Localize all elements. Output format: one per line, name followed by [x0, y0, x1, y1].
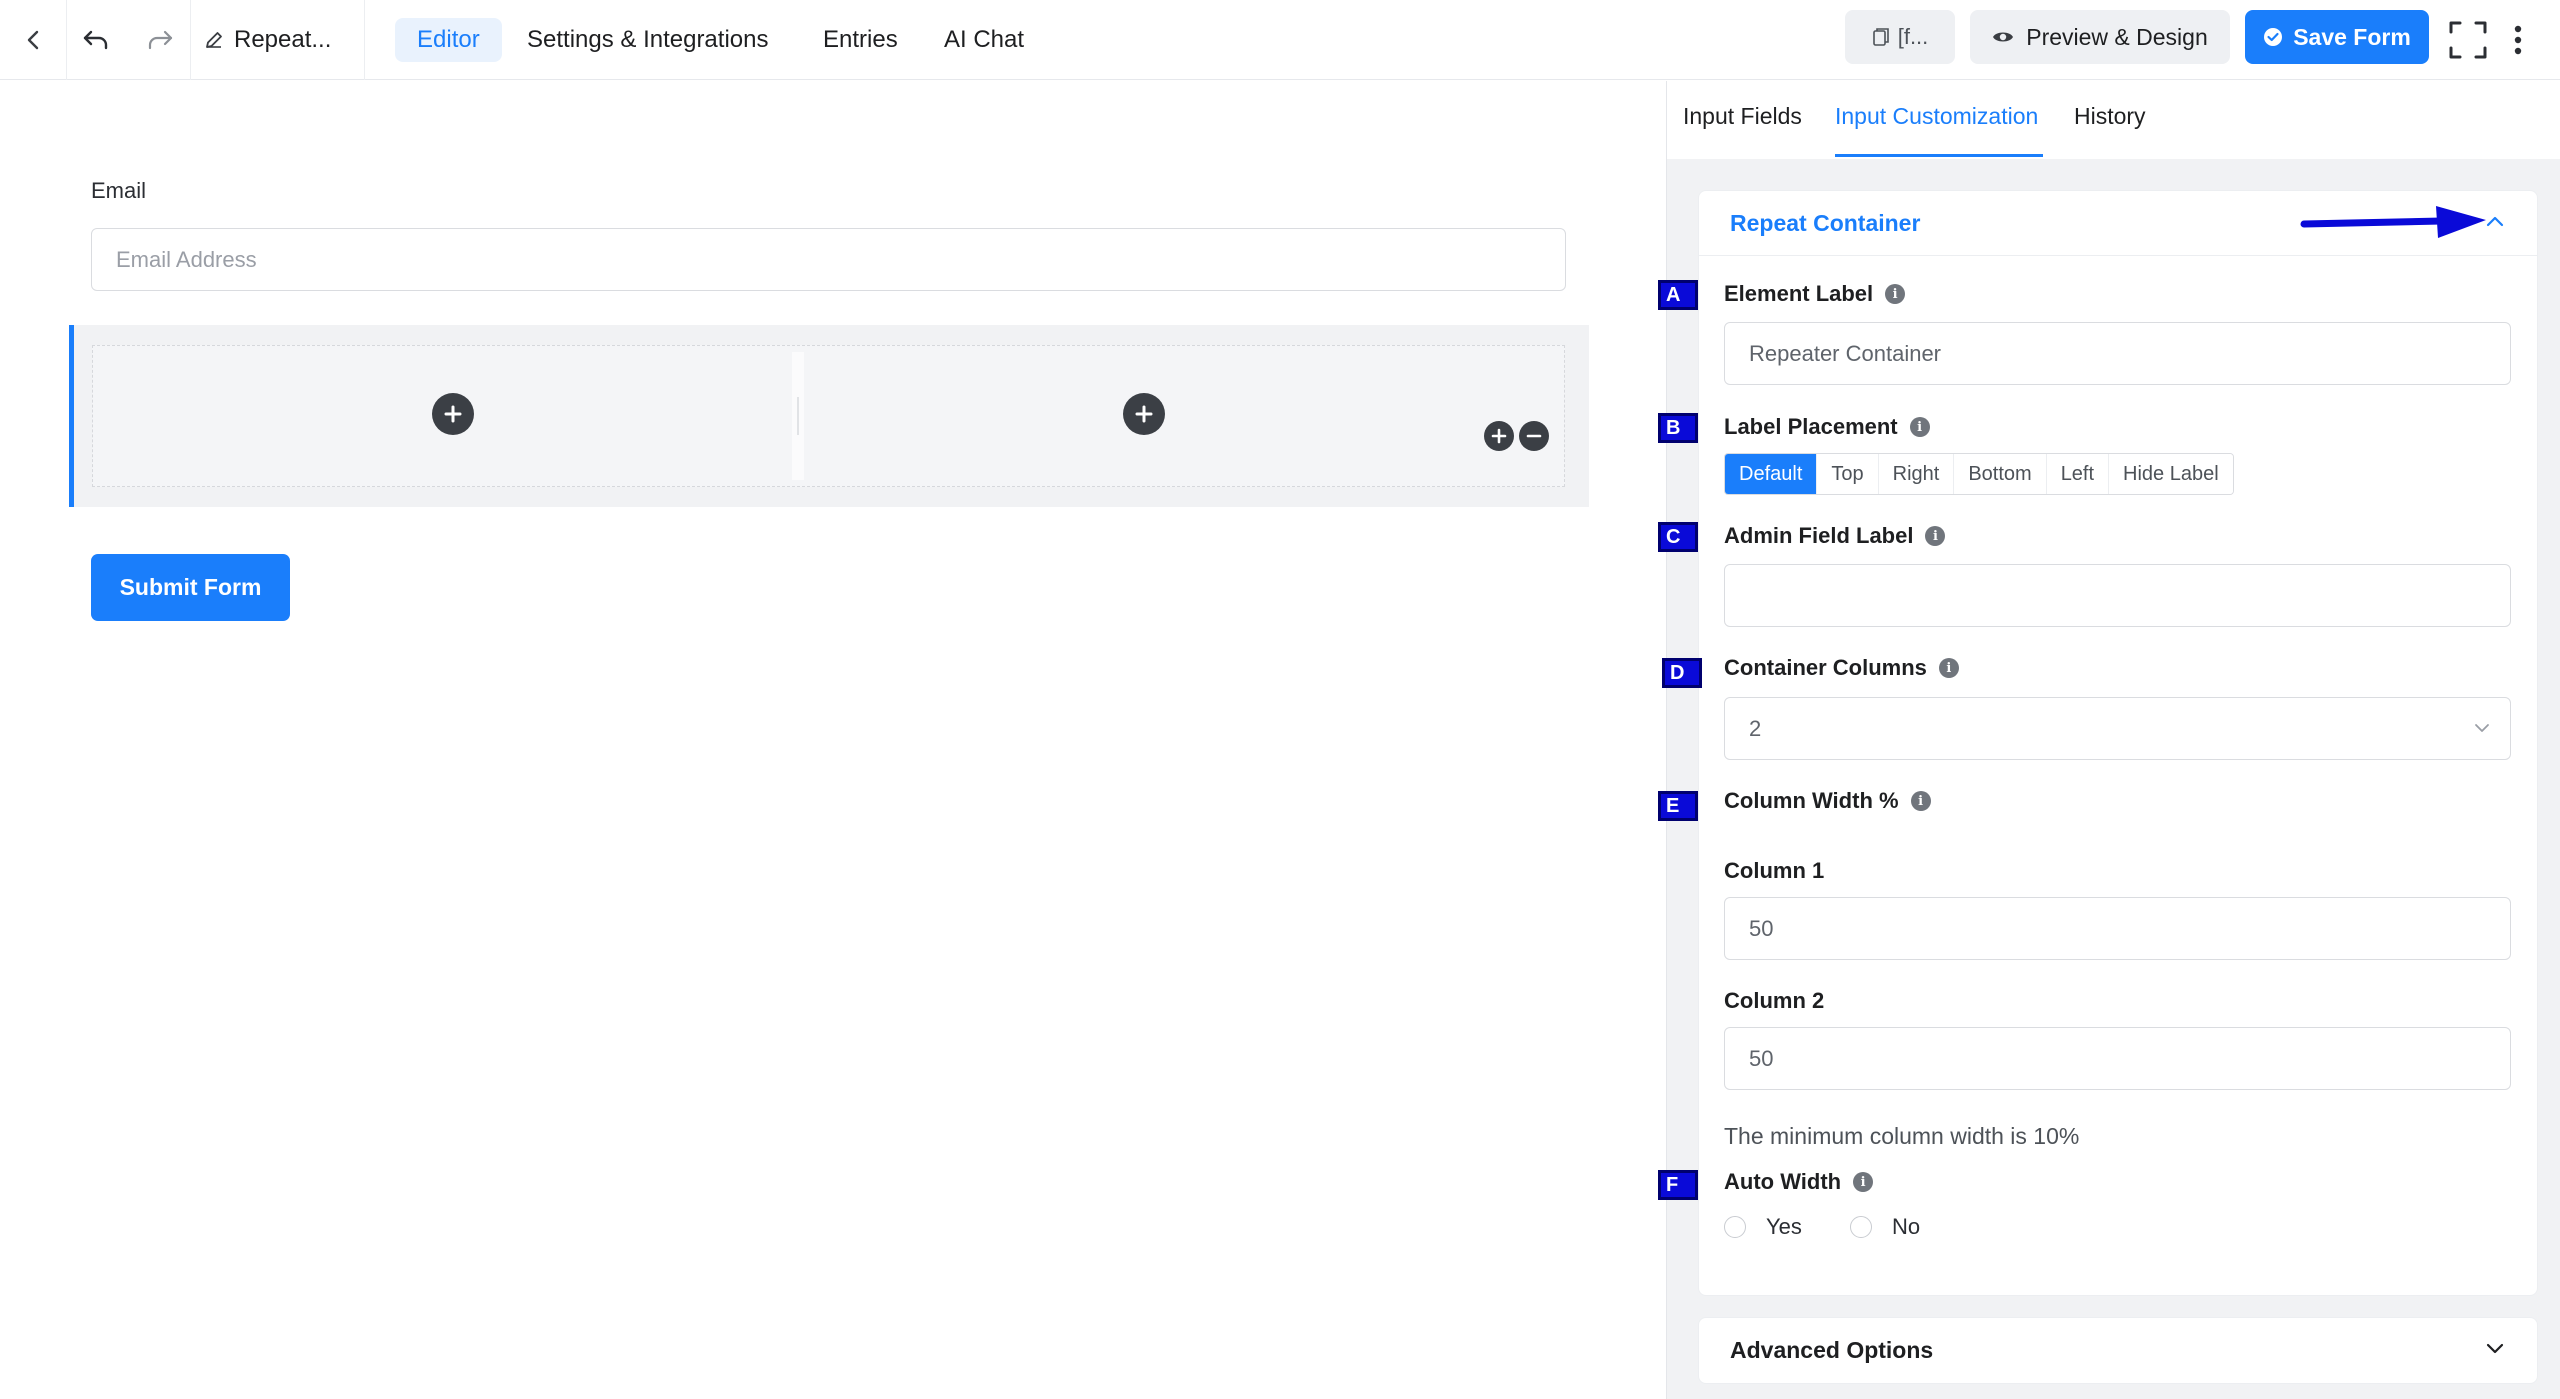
column-resize-handle[interactable] [792, 352, 804, 480]
info-icon[interactable]: i [1885, 284, 1906, 304]
radio-circle[interactable] [1724, 1216, 1746, 1238]
info-icon[interactable]: i [1938, 658, 1959, 678]
tab-input-fields[interactable]: Input Fields [1683, 103, 1802, 130]
preview-label: Preview & Design [2026, 23, 2208, 50]
form-name-label: Repeat... [234, 26, 332, 53]
marker-e: E [1658, 791, 1698, 821]
info-icon[interactable]: i [1853, 1172, 1874, 1192]
advanced-options-title: Advanced Options [1730, 1337, 1934, 1363]
element-label-text: Element Label [1724, 281, 1874, 306]
divider [190, 0, 191, 80]
save-form-button[interactable]: Save Form [2245, 10, 2429, 64]
admin-field-label-text: Admin Field Label [1724, 523, 1914, 548]
more-vertical-icon[interactable] [2490, 12, 2546, 68]
add-column-icon[interactable] [1484, 421, 1514, 451]
admin-field-label-input[interactable] [1724, 564, 2511, 627]
preview-design-button[interactable]: Preview & Design [1970, 10, 2230, 64]
marker-a: A [1658, 280, 1698, 310]
placement-option-hide-label[interactable]: Hide Label [2109, 454, 2233, 494]
label-placement-heading: Label Placement i [1724, 414, 1930, 440]
auto-width-yes-radio[interactable]: Yes [1724, 1214, 1802, 1240]
submit-form-button[interactable]: Submit Form [91, 554, 290, 621]
top-bar: Repeat... Editor Settings & Integrations… [0, 0, 2560, 80]
marker-b: B [1658, 413, 1698, 443]
chevron-down-icon[interactable] [2484, 1338, 2506, 1360]
placement-option-left[interactable]: Left [2046, 454, 2110, 494]
marker-d: D [1662, 658, 1702, 688]
add-field-column-2-icon[interactable] [1123, 393, 1165, 435]
back-chevron-icon[interactable] [6, 12, 62, 68]
tab-history[interactable]: History [2074, 103, 2146, 130]
element-label-heading: Element Label i [1724, 281, 1906, 307]
auto-width-text: Auto Width [1724, 1169, 1842, 1194]
email-label: Email [91, 178, 147, 203]
save-label: Save Form [2293, 23, 2411, 50]
column-1-label: Column 1 [1724, 858, 1825, 883]
column-width-help-text: The minimum column width is 10% [1724, 1123, 2080, 1149]
chevron-down-icon [2472, 718, 2492, 738]
placement-option-top[interactable]: Top [1817, 454, 1879, 494]
info-icon[interactable]: i [1909, 417, 1930, 437]
placement-option-bottom[interactable]: Bottom [1954, 454, 2047, 494]
check-circle-icon [2263, 27, 2283, 47]
column-1-width-input[interactable]: 50 [1724, 897, 2511, 960]
email-input[interactable]: Email Address [91, 228, 1566, 291]
radio-no-label: No [1892, 1214, 1921, 1239]
fullscreen-icon[interactable] [2440, 12, 2496, 68]
marker-c: C [1658, 522, 1698, 552]
auto-width-no-radio[interactable]: No [1850, 1214, 1920, 1240]
repeat-container-columns [92, 345, 1565, 487]
tab-ai-chat[interactable]: AI Chat [922, 18, 1046, 62]
placement-option-right[interactable]: Right [1878, 454, 1955, 494]
radio-circle[interactable] [1850, 1216, 1872, 1238]
annotation-arrow [2300, 206, 2486, 238]
placement-option-default[interactable]: Default [1725, 454, 1818, 494]
radio-yes-label: Yes [1766, 1214, 1802, 1239]
undo-icon[interactable] [68, 12, 124, 68]
auto-width-heading: Auto Width i [1724, 1169, 1874, 1195]
info-icon[interactable]: i [1910, 791, 1931, 811]
copy-icon [1872, 27, 1890, 47]
active-tab-indicator [1835, 154, 2043, 157]
tab-input-customization[interactable]: Input Customization [1835, 103, 2038, 130]
info-icon[interactable]: i [1925, 526, 1946, 546]
section-title: Repeat Container [1730, 210, 1921, 236]
container-columns-heading: Container Columns i [1724, 655, 1959, 681]
eye-icon [1992, 29, 2014, 45]
shortcode-label: [f... [1897, 24, 1929, 49]
column-width-text: Column Width % [1724, 788, 1899, 813]
shortcode-button[interactable]: [f... [1845, 10, 1955, 64]
divider [66, 0, 67, 80]
redo-icon[interactable] [132, 12, 188, 68]
label-placement-text: Label Placement [1724, 414, 1898, 439]
marker-f: F [1658, 1170, 1698, 1200]
element-label-input[interactable]: Repeater Container [1724, 322, 2511, 385]
add-field-column-1-icon[interactable] [432, 393, 474, 435]
form-name[interactable]: Repeat... [204, 20, 331, 60]
admin-field-label-heading: Admin Field Label i [1724, 523, 1946, 549]
container-columns-value: 2 [1749, 715, 1762, 741]
label-placement-options: Default Top Right Bottom Left Hide Label [1724, 453, 2234, 495]
container-columns-text: Container Columns [1724, 655, 1927, 680]
tab-entries[interactable]: Entries [801, 18, 920, 62]
tab-settings-integrations[interactable]: Settings & Integrations [505, 18, 790, 62]
divider [364, 0, 365, 80]
column-2-width-input[interactable]: 50 [1724, 1027, 2511, 1090]
column-width-heading: Column Width % i [1724, 788, 1931, 814]
remove-column-icon[interactable] [1519, 421, 1549, 451]
tab-editor[interactable]: Editor [395, 18, 502, 62]
pencil-icon [204, 30, 224, 50]
container-columns-select[interactable]: 2 [1724, 697, 2511, 760]
column-2-label: Column 2 [1724, 988, 1825, 1013]
